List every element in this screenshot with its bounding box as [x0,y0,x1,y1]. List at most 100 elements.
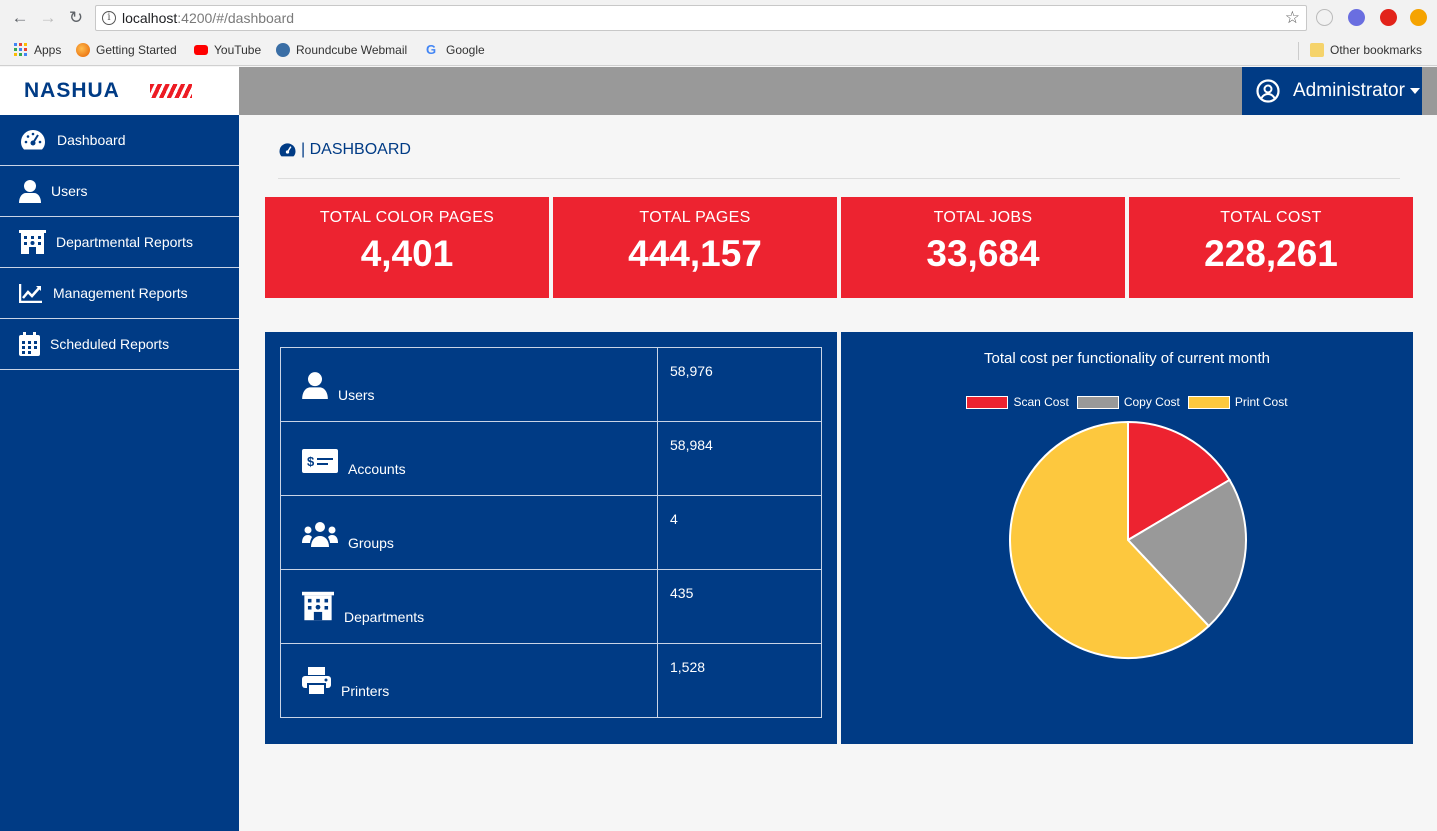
money-check-icon: $ [302,449,338,473]
svg-text:$: $ [307,454,315,469]
summary-panel: Users 58,976 $ Accounts 58,984 Groups 4 … [265,332,837,744]
sidebar-item-label: Scheduled Reports [50,336,170,352]
summary-value: 58,984 [657,421,822,496]
opera-icon[interactable] [1380,9,1397,26]
youtube-icon [194,45,208,55]
stat-value: 33,684 [926,233,1040,274]
user-name: Administrator [1293,80,1405,101]
sidebar-item-users[interactable]: Users [0,166,239,217]
sidebar-item-label: Management Reports [53,285,188,301]
table-row: Groups 4 [280,495,822,570]
summary-value: 4 [657,495,822,570]
gauge-icon [279,143,296,157]
summary-value: 435 [657,569,822,644]
bookmark-youtube[interactable]: YouTube [194,43,261,57]
extension-icon[interactable] [1316,9,1333,26]
sidebar: Dashboard Users Departmental Reports Man… [0,115,239,831]
stat-card-total-pages: TOTAL PAGES 444,157 [553,197,837,298]
summary-label: Accounts [348,461,406,477]
summary-name-cell: $ Accounts [280,421,658,496]
printer-icon [302,667,331,695]
sidebar-item-scheduled-reports[interactable]: Scheduled Reports [0,319,239,370]
chevron-down-icon [1409,88,1420,94]
table-row: Users 58,976 [280,347,822,422]
other-bookmarks[interactable]: Other bookmarks [1310,43,1422,57]
chart-panel: Total cost per functionality of current … [841,332,1413,744]
divider [278,178,1400,179]
sidebar-item-departmental-reports[interactable]: Departmental Reports [0,217,239,268]
alert-icon[interactable] [1410,9,1427,26]
roundcube-icon [276,43,290,57]
user-icon [302,372,328,399]
logo-stripes [150,84,192,98]
legend-swatch [1076,395,1119,409]
legend-swatch [966,395,1009,409]
info-icon[interactable]: i [102,11,116,25]
stat-card-total-jobs: TOTAL JOBS 33,684 [841,197,1125,298]
user-icon [19,180,41,203]
back-icon[interactable]: ← [10,8,30,28]
users-group-icon [302,522,338,547]
bookmarks-bar: Apps Getting Started YouTube Roundcube W… [0,36,1437,66]
bookmark-star-icon[interactable]: ☆ [1285,8,1300,28]
building-icon [19,230,46,254]
apps-grid-icon [14,43,27,56]
browser-toolbar: ← → ↻ i localhost:4200/#/dashboard ☆ [0,0,1437,36]
table-row: Departments 435 [280,569,822,644]
stat-value: 228,261 [1204,233,1338,274]
summary-name-cell: Groups [280,495,658,570]
legend-item-scan-cost[interactable]: Scan Cost [966,395,1069,409]
building-icon [302,591,334,621]
sidebar-item-dashboard[interactable]: Dashboard [0,115,239,166]
nashua-logo[interactable]: NASHUA [24,79,120,103]
summary-name-cell: Departments [280,569,658,644]
bookmark-getting-started[interactable]: Getting Started [76,43,177,57]
forward-icon[interactable]: → [38,8,58,28]
line-chart-icon [19,284,42,303]
google-icon: G [426,42,437,57]
bookmark-roundcube[interactable]: Roundcube Webmail [276,43,407,57]
bookmark-apps[interactable]: Apps [14,43,61,57]
stat-label: TOTAL JOBS [933,209,1033,226]
sidebar-item-management-reports[interactable]: Management Reports [0,268,239,319]
chart-legend: Scan Cost Copy Cost Print Cost [841,395,1413,409]
extension-icon[interactable] [1348,9,1365,26]
calendar-icon [19,332,40,356]
legend-item-print-cost[interactable]: Print Cost [1187,395,1288,409]
legend-item-copy-cost[interactable]: Copy Cost [1076,395,1180,409]
user-menu[interactable]: Administrator [1242,67,1422,115]
user-circle-icon [1256,79,1280,103]
logo-box: NASHUA [0,67,239,115]
url-text: localhost:4200/#/dashboard [122,10,295,26]
summary-table: Users 58,976 $ Accounts 58,984 Groups 4 … [280,347,822,718]
sidebar-item-label: Users [51,183,88,199]
reload-icon[interactable]: ↻ [66,8,86,28]
table-row: Printers 1,528 [280,643,822,718]
sidebar-item-label: Dashboard [57,132,126,148]
table-row: $ Accounts 58,984 [280,421,822,496]
sidebar-item-label: Departmental Reports [56,234,193,250]
summary-label: Departments [344,609,425,625]
folder-icon [1310,43,1324,57]
gauge-icon [21,130,45,150]
stat-value: 4,401 [360,233,454,274]
stat-card-total-cost: TOTAL COST 228,261 [1129,197,1413,298]
legend-label: Print Cost [1234,395,1288,409]
summary-label: Users [338,387,375,403]
page-title: | DASHBOARD [301,141,411,158]
legend-swatch [1187,395,1230,409]
summary-value: 58,976 [657,347,822,422]
stat-value: 444,157 [628,233,762,274]
main-content: | DASHBOARD TOTAL COLOR PAGES 4,401 TOTA… [239,115,1437,831]
bookmark-separator [1298,42,1299,60]
bookmark-google[interactable]: G Google [426,42,485,58]
summary-name-cell: Printers [280,643,658,718]
stat-label: TOTAL COST [1220,209,1322,226]
summary-name-cell: Users [280,347,658,422]
stat-card-total-color-pages: TOTAL COLOR PAGES 4,401 [265,197,549,298]
address-bar[interactable]: i localhost:4200/#/dashboard ☆ [95,5,1307,31]
summary-label: Groups [348,535,394,551]
pie-chart[interactable] [1008,420,1248,660]
firefox-icon [76,43,90,57]
legend-label: Copy Cost [1123,395,1180,409]
